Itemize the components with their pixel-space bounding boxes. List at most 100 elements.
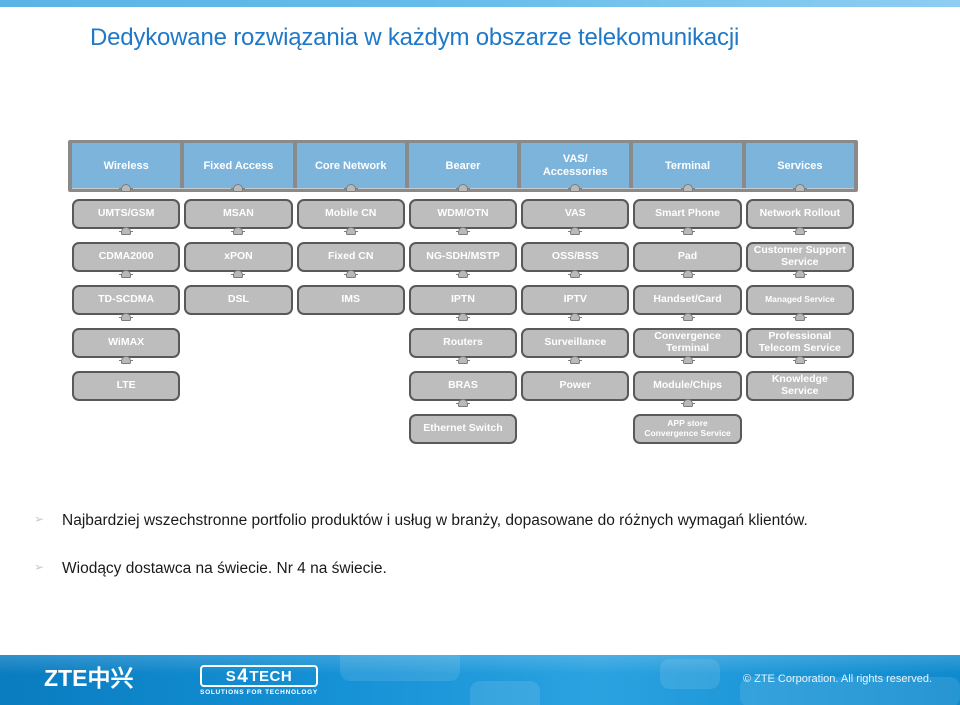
diagram-chip[interactable]: Convergence Terminal <box>633 327 742 358</box>
diagram-cell <box>746 407 854 450</box>
diagram-column-header: VAS/Accessories <box>521 143 630 189</box>
connector-dome <box>682 270 693 278</box>
connector-dome <box>682 313 693 321</box>
connector-node-icon <box>119 184 134 193</box>
bullet-list: ➢ Najbardziej wszechstronne portfolio pro… <box>22 510 932 607</box>
connector-node-icon <box>792 270 807 279</box>
diagram-chip[interactable]: Smart Phone <box>633 198 742 229</box>
diagram-chip[interactable]: Managed Service <box>745 284 854 315</box>
diagram-cell: Ethernet Switch <box>408 399 518 450</box>
diagram-chip[interactable]: Professional Telecom Service <box>745 327 854 358</box>
connector-node-icon <box>455 356 470 365</box>
diagram-chip[interactable]: MSAN <box>184 198 293 229</box>
connector-dome <box>345 227 356 235</box>
connector-node-icon <box>568 356 583 365</box>
diagram-cell <box>521 407 629 450</box>
diagram-chip[interactable]: Fixed CN <box>296 241 405 272</box>
diagram-chip-label: WDM/OTN <box>437 206 489 219</box>
connector-node-icon <box>119 313 134 322</box>
diagram-cell: IMS <box>296 270 405 321</box>
diagram-row: Ethernet Switch APP store Convergence Serv… <box>68 188 858 450</box>
diagram-column-header: Wireless <box>72 143 181 189</box>
diagram-chip[interactable]: Routers <box>408 327 518 358</box>
diagram-cell: Knowledge Service <box>745 356 854 407</box>
diagram-chip[interactable]: WiMAX <box>72 327 181 358</box>
connector-node-icon <box>792 313 807 322</box>
diagram-chip-label: Ethernet Switch <box>423 421 503 434</box>
diagram-chip[interactable]: Pad <box>633 241 742 272</box>
diagram-chip[interactable]: Handset/Card <box>633 284 742 315</box>
diagram-chip[interactable]: UMTS/GSM <box>72 198 181 229</box>
diagram-chip-label: Routers <box>443 335 483 348</box>
diagram-chip[interactable]: Network Rollout <box>745 198 854 229</box>
diagram-chip[interactable]: IPTV <box>521 284 630 315</box>
diagram-chip-empty <box>297 414 405 444</box>
s4tech-logo-s: S <box>225 667 237 685</box>
connector-dome <box>794 227 805 235</box>
diagram-cell <box>184 321 292 364</box>
diagram-cell <box>184 364 292 407</box>
diagram-chip[interactable]: Knowledge Service <box>745 370 854 401</box>
connector-dome <box>121 270 132 278</box>
connector-node-icon <box>343 184 358 193</box>
diagram-chip[interactable]: BRAS <box>408 370 518 401</box>
diagram-chip[interactable]: xPON <box>184 241 293 272</box>
diagram-cell <box>297 364 405 407</box>
diagram-chip-empty <box>72 414 180 444</box>
connector-dome <box>233 227 244 235</box>
diagram-chip-label: Network Rollout <box>759 206 841 219</box>
diagram-chip[interactable]: LTE <box>72 370 181 401</box>
diagram-chip[interactable]: IMS <box>296 284 405 315</box>
connector-dome <box>794 270 805 278</box>
diagram-chip[interactable]: DSL <box>184 284 293 315</box>
bullet-item: ➢ Najbardziej wszechstronne portfolio pro… <box>22 510 932 532</box>
connector-node-icon <box>792 184 807 193</box>
diagram-chip-label: VAS <box>564 206 586 219</box>
diagram-chip-label: xPON <box>224 249 253 262</box>
diagram-chip-empty <box>297 328 405 358</box>
connector-node-icon <box>680 270 695 279</box>
connector-dome <box>682 356 693 364</box>
connector-dome <box>794 184 805 192</box>
diagram-chip[interactable]: NG-SDH/MSTP <box>408 241 518 272</box>
bullet-item: ➢ Wiodący dostawca na świecie. Nr 4 na św… <box>22 558 932 580</box>
diagram-grid: UMTS/GSM MSAN Mobile CN WDM/OTN VAS Smart Pho… <box>68 184 858 450</box>
diagram-chip[interactable]: TD-SCDMA <box>72 284 181 315</box>
diagram-chip-label: Knowledge Service <box>771 373 828 397</box>
connector-node-icon <box>680 313 695 322</box>
connector-node-icon <box>119 270 134 279</box>
diagram-chip[interactable]: IPTN <box>408 284 518 315</box>
diagram-chip[interactable]: Power <box>521 370 630 401</box>
diagram-chip-label: Customer Support Service <box>753 244 846 268</box>
diagram-chip[interactable]: Mobile CN <box>296 198 405 229</box>
connector-node-icon <box>119 356 134 365</box>
connector-node-icon <box>680 399 695 408</box>
diagram-chip-label: TD-SCDMA <box>98 292 155 305</box>
footer-decoration-blob <box>470 681 540 705</box>
connector-node-icon <box>455 270 470 279</box>
connector-node-icon <box>455 399 470 408</box>
diagram-chip-label: UMTS/GSM <box>97 206 155 219</box>
diagram-chip[interactable]: Surveillance <box>521 327 630 358</box>
diagram-chip-empty <box>184 414 292 444</box>
connector-dome <box>570 313 581 321</box>
footer-decoration-blob <box>340 655 460 681</box>
footer-decoration-blob <box>660 659 720 689</box>
diagram-column-header: Bearer <box>408 143 518 189</box>
connector-dome <box>794 356 805 364</box>
diagram-chip[interactable]: Module/Chips <box>633 370 742 401</box>
connector-dome <box>570 184 581 192</box>
diagram-cell: APP store Convergence Service <box>633 399 742 450</box>
bullet-text: Wiodący dostawca na świecie. Nr 4 na świ… <box>62 560 387 578</box>
diagram-chip[interactable]: VAS <box>521 198 630 229</box>
diagram-chip[interactable]: Customer Support Service <box>745 241 854 272</box>
slide-root: Dedykowane rozwiązania w każdym obszarze… <box>0 0 960 705</box>
diagram-chip[interactable]: Ethernet Switch <box>408 413 518 444</box>
diagram-column-header: Fixed Access <box>184 143 293 189</box>
diagram-chip[interactable]: APP store Convergence Service <box>633 413 742 444</box>
diagram-chip[interactable]: CDMA2000 <box>72 241 181 272</box>
bullet-marker-icon: ➢ <box>34 560 45 575</box>
diagram-chip[interactable]: WDM/OTN <box>408 198 518 229</box>
diagram-chip-label: Convergence Terminal <box>654 330 721 354</box>
diagram-chip[interactable]: OSS/BSS <box>521 241 630 272</box>
